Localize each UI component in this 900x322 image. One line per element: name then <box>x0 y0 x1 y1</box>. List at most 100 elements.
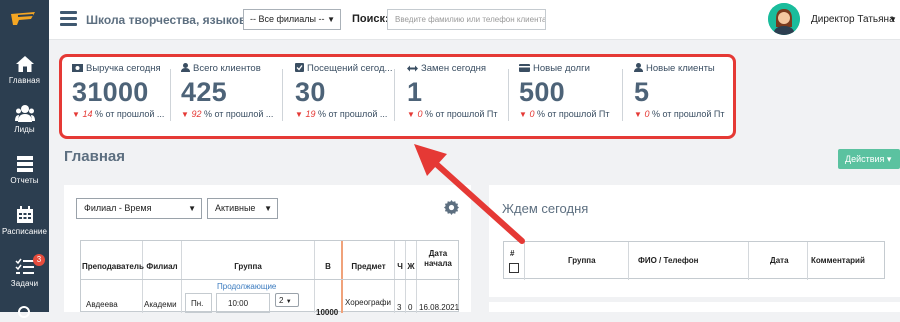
caret-down-icon: ▼ <box>519 110 527 119</box>
tasks-count-badge: 3 <box>33 254 45 266</box>
credit-card-icon <box>519 64 530 72</box>
menu-toggle-icon[interactable] <box>60 11 77 26</box>
search-input[interactable]: Введите фамилию или телефон клиента <box>387 9 546 30</box>
stat-change-pct: 0 <box>529 109 535 119</box>
count-select[interactable]: 2 ▼ <box>275 293 299 307</box>
stat-value: 30 <box>295 77 326 107</box>
secondary-panel <box>489 302 900 312</box>
select-all-checkbox[interactable] <box>509 263 519 273</box>
stat-substitutions-today[interactable]: Замен сегодня 1 ▼ 0 % от прошлой Пт <box>407 63 519 119</box>
swap-icon <box>407 65 418 72</box>
status-select-value: Активные <box>215 203 256 213</box>
stat-total-clients[interactable]: Всего клиентов 425 ▼ 92 % от прошлой ... <box>181 63 293 119</box>
sort-select[interactable]: Филиал - Время ▼ <box>76 198 202 219</box>
stat-value: 500 <box>519 77 565 107</box>
user-avatar-icon <box>768 3 800 35</box>
column-header[interactable]: Группа <box>568 256 596 265</box>
reports-icon <box>16 156 33 172</box>
checkbox-icon <box>295 63 304 72</box>
sidebar-item-label: Главная <box>8 76 41 85</box>
waiting-table: # Группа ФИО / Телефон Дата Комментарий <box>503 241 885 280</box>
user-name[interactable]: Директор Татьяна <box>811 14 895 25</box>
annotation-arrow-icon <box>414 144 525 244</box>
column-header[interactable]: Дата начала <box>418 249 458 269</box>
sidebar-item-schedule[interactable]: Расписание <box>0 206 49 236</box>
page-title: Главная <box>64 148 126 165</box>
status-select[interactable]: Активные ▼ <box>207 198 278 219</box>
ch-cell: 3 <box>397 303 402 312</box>
branch-select-value: -- Все филиалы -- <box>250 14 325 24</box>
column-header[interactable]: В <box>315 262 341 272</box>
column-header[interactable]: Ж <box>406 262 416 272</box>
count-select-value: 2 <box>279 296 284 305</box>
stat-change-pct: 92 <box>191 109 202 119</box>
stat-change-text: % от прошлой ... <box>317 109 388 119</box>
tasks-icon <box>14 258 34 274</box>
branch-select[interactable]: -- Все филиалы -- ▼ <box>243 9 341 30</box>
stat-title: Новые клиенты <box>646 63 715 74</box>
money-icon <box>72 64 83 72</box>
stat-title: Новые долги <box>533 63 590 74</box>
schedule-table: Преподаватель Филиал Группа В Предмет Ч … <box>80 240 460 317</box>
chevron-down-icon: ▼ <box>264 204 272 213</box>
subject-cell: Хореографи <box>345 298 391 307</box>
caret-down-icon: ▼ <box>295 110 303 119</box>
column-header[interactable]: ФИО / Телефон <box>638 256 698 265</box>
stat-value: 31000 <box>72 77 149 107</box>
waiting-today-panel: Ждем сегодня # Группа ФИО / Телефон Дата… <box>489 185 900 297</box>
users-icon <box>14 105 35 122</box>
sidebar-item-label: Отчеты <box>10 176 39 185</box>
column-header[interactable]: Дата <box>770 256 789 265</box>
sidebar-item-label: Лиды <box>14 125 35 134</box>
stat-revenue-today[interactable]: Выручка сегодня 31000 ▼ 14 % от прошлой … <box>72 63 184 119</box>
stat-change-text: % от прошлой Пт <box>536 109 610 119</box>
column-header[interactable]: Предмет <box>343 262 394 272</box>
stat-divider <box>282 69 283 121</box>
stat-change-text: % от прошлой ... <box>203 109 274 119</box>
stat-new-clients[interactable]: Новые клиенты 5 ▼ 0 % от прошлой Пт <box>634 63 746 119</box>
v-cell: 10000 <box>316 308 339 317</box>
column-header: # <box>510 249 515 258</box>
zh-cell: 0 <box>408 303 413 312</box>
stat-divider <box>508 69 509 121</box>
actions-button[interactable]: Действия ▾ <box>838 149 900 169</box>
logo-icon[interactable] <box>9 8 39 32</box>
sidebar-item-more[interactable] <box>0 304 49 322</box>
sidebar-item-reports[interactable]: Отчеты <box>0 155 49 185</box>
caret-down-icon: ▼ <box>634 110 642 119</box>
stat-title: Замен сегодня <box>421 63 487 74</box>
caret-down-icon: ▼ <box>72 110 80 119</box>
stat-change-text: % от прошлой Пт <box>424 109 498 119</box>
top-bar: Школа творчества, языков, танца -- Все ф… <box>49 0 900 40</box>
column-header[interactable]: Группа <box>182 262 314 272</box>
user-icon <box>634 63 643 72</box>
column-header[interactable]: Филиал <box>143 262 181 272</box>
sidebar: Главная Лиды Отчеты Расписание 3 Задачи <box>0 0 49 318</box>
stat-change-pct: 0 <box>644 109 650 119</box>
user-icon <box>181 63 190 72</box>
day-field[interactable]: Пн. <box>185 293 212 313</box>
caret-down-icon: ▼ <box>407 110 415 119</box>
stat-visits-today[interactable]: Посещений сегод... 30 ▼ 19 % от прошлой … <box>295 63 407 119</box>
teacher-cell: Авдеева <box>86 300 118 309</box>
search-icon <box>17 306 30 318</box>
sidebar-item-home[interactable]: Главная <box>0 55 49 85</box>
column-header[interactable]: Комментарий <box>811 256 865 265</box>
avatar[interactable] <box>768 3 800 35</box>
column-header[interactable]: Ч <box>395 262 405 272</box>
group-link[interactable]: Продолжающие <box>217 282 276 291</box>
stat-change-text: % от прошлой ... <box>94 109 165 119</box>
sidebar-item-tasks[interactable]: 3 Задачи <box>0 254 49 288</box>
sidebar-item-leads[interactable]: Лиды <box>0 104 49 134</box>
time-field[interactable]: 10:00 <box>216 293 270 313</box>
caret-down-icon: ▼ <box>181 110 189 119</box>
stat-new-debts[interactable]: Новые долги 500 ▼ 0 % от прошлой Пт <box>519 63 631 119</box>
column-header[interactable]: Преподаватель <box>82 262 144 272</box>
user-menu-caret-icon[interactable]: ▼ <box>889 15 897 24</box>
stat-title: Посещений сегод... <box>307 63 393 74</box>
stat-change-pct: 19 <box>305 109 316 119</box>
sort-select-value: Филиал - Время <box>84 203 152 213</box>
stat-change-pct: 14 <box>82 109 93 119</box>
stat-divider <box>170 69 171 121</box>
stat-value: 5 <box>634 77 650 107</box>
